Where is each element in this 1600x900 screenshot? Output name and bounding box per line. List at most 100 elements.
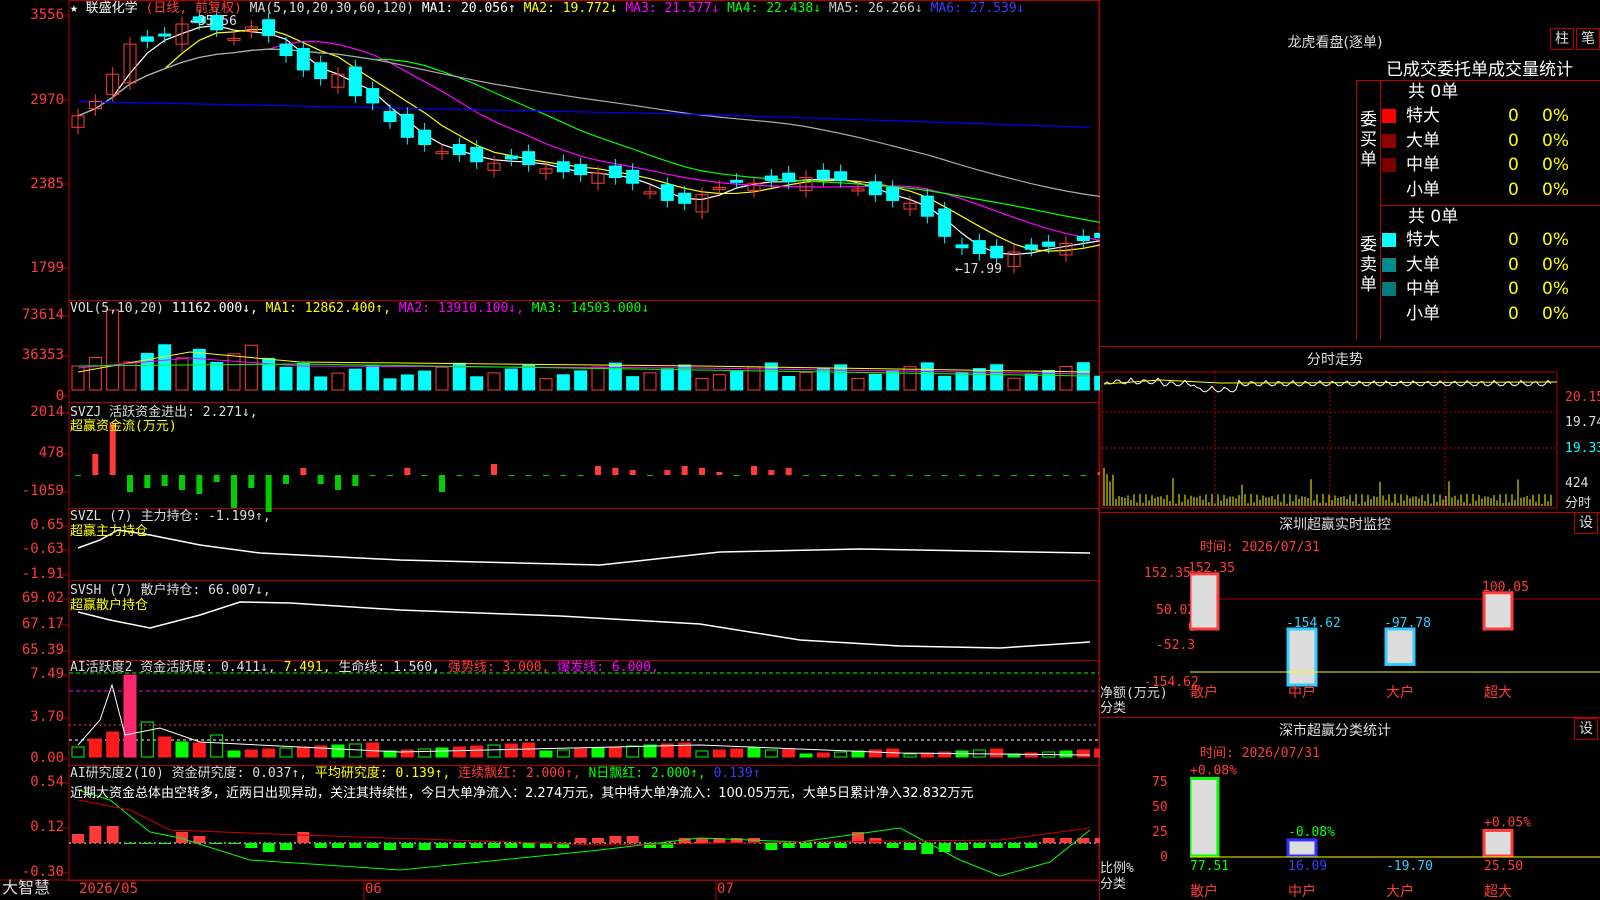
sell-total: 共 0单 xyxy=(1408,207,1459,227)
candlestick xyxy=(314,62,328,80)
fund-flow-bar xyxy=(1063,475,1069,476)
ai-active-title: AI活跃度2 资金活跃度: 0.411↓, xyxy=(70,660,276,675)
research-bar xyxy=(869,838,882,843)
fund-flow-bar xyxy=(352,475,359,486)
fund-flow-bar xyxy=(456,475,463,476)
sell-order-count: 0 xyxy=(1508,279,1519,299)
intraday-chart[interactable] xyxy=(1100,370,1560,510)
research-bar xyxy=(956,843,968,850)
ma6-value: MA6: 27.539↓ xyxy=(930,1,1025,16)
fund-flow-bar xyxy=(993,475,1000,476)
fund-flow-bar xyxy=(161,475,168,486)
research-bar xyxy=(834,843,847,848)
divider xyxy=(1100,717,1600,718)
ma1-value: MA1: 20.056↑ xyxy=(421,1,516,16)
volume-bar xyxy=(192,348,206,391)
volume-bar xyxy=(400,374,414,391)
research-bar xyxy=(817,843,830,848)
volume-bar xyxy=(990,364,1004,391)
fund-flow-bar xyxy=(785,468,792,475)
activity-bar xyxy=(123,674,137,758)
candlestick xyxy=(816,169,830,180)
ai-research-axis-label: 0.12 xyxy=(30,819,64,835)
candlestick xyxy=(990,245,1004,259)
sell-order-color-swatch xyxy=(1382,233,1396,247)
volume-bar xyxy=(955,371,969,391)
price-axis-label: 2970 xyxy=(30,92,64,108)
activity-bar xyxy=(799,753,813,758)
activity-bar xyxy=(1059,750,1073,758)
buy-order-label: 大单 xyxy=(1406,130,1440,151)
sell-order-row: 大单 0 0% xyxy=(1382,253,1600,277)
svzl-axis-label: -0.63 xyxy=(21,541,64,557)
high-annotation: ←35.56 xyxy=(190,14,237,29)
activity-bar xyxy=(418,748,432,758)
activity-bar xyxy=(938,751,952,758)
sz-monitor-settings-button[interactable]: 设 xyxy=(1574,512,1598,534)
kline-chart[interactable] xyxy=(0,0,1100,900)
activity-bar xyxy=(903,753,917,758)
activity-bar xyxy=(626,745,640,758)
research-bar xyxy=(401,843,414,848)
svsh-axis-label: 67.17 xyxy=(21,616,64,632)
fund-flow-bar xyxy=(664,470,671,475)
activity-bar xyxy=(1076,749,1090,758)
ma5-value: MA5: 26.266↓ xyxy=(828,1,923,16)
fund-flow-bar xyxy=(300,468,307,475)
life-line xyxy=(77,683,1091,756)
research-bar xyxy=(1008,843,1020,848)
main-holding-line xyxy=(77,529,1091,566)
research-bar xyxy=(124,843,136,844)
candlestick xyxy=(366,88,380,104)
fund-flow-bar xyxy=(421,475,428,476)
divider xyxy=(1380,80,1381,340)
fund-flow-bar xyxy=(404,468,411,475)
buy-order-row: 小单 0 0% xyxy=(1382,178,1600,202)
intraday-axis-label: 424 xyxy=(1565,476,1589,491)
volume-bar xyxy=(643,372,657,391)
divider xyxy=(1100,512,1600,513)
ai-active-axis-label: 0.00 xyxy=(30,750,64,766)
fund-flow-bar xyxy=(699,468,705,475)
activity-bar xyxy=(71,746,85,758)
volume-bar xyxy=(574,370,588,391)
column-view-button[interactable]: 柱 xyxy=(1550,28,1574,50)
ai-active-header: AI活跃度2 资金活跃度: 0.411↓, 7.491, 生命线: 1.560,… xyxy=(70,660,659,675)
candlestick xyxy=(140,36,154,42)
research-bar xyxy=(314,843,327,848)
brand-logo: 大智慧 xyxy=(2,878,51,897)
research-bar xyxy=(973,843,986,848)
sz-class-settings-button[interactable]: 设 xyxy=(1574,718,1598,740)
svzl-title: SVZL (7) 主力持仓: -1.199↑, xyxy=(70,509,271,524)
svzl-subtitle: 超赢主力持仓 xyxy=(70,524,149,539)
ratio-change-label: +0.05% xyxy=(1484,816,1531,831)
ai-active-burst: 爆发线: 6.000, xyxy=(557,660,659,675)
fund-flow-bar xyxy=(976,475,983,476)
candlestick xyxy=(608,165,622,178)
research-bar xyxy=(522,843,535,848)
volume-bar xyxy=(279,366,293,391)
volume-bar xyxy=(210,361,224,391)
volume-bar xyxy=(487,372,501,391)
tick-view-button[interactable]: 笔 xyxy=(1576,28,1600,50)
activity-bar xyxy=(244,749,258,758)
fund-flow-bar xyxy=(127,475,133,492)
research-bar xyxy=(1025,843,1038,848)
pane-frame xyxy=(68,765,1100,881)
svzj-axis-label: -1059 xyxy=(21,483,64,499)
favorite-star-icon[interactable]: ★ xyxy=(70,1,78,16)
fund-flow-bar xyxy=(179,475,185,490)
right-panel: 龙虎看盘(逐单) 柱 笔 已成交委托单成交量统计 委买单 委卖单 共 0单 特大… xyxy=(1100,0,1600,900)
svzj-title: SVZJ 活跃资金进出: 2.271↓, xyxy=(70,405,258,420)
category-label: 大户 xyxy=(1386,883,1414,900)
activity-bar xyxy=(452,746,466,758)
fund-flow-bar xyxy=(75,475,81,476)
fund-flow-bar xyxy=(855,475,861,476)
research-bar xyxy=(626,836,639,843)
candlestick xyxy=(678,192,692,204)
research-avg-line xyxy=(77,789,1091,877)
volume-bar xyxy=(314,376,328,391)
category-label: 大户 xyxy=(1386,684,1414,701)
sell-order-pct: 0% xyxy=(1542,230,1569,250)
sz-class-axis-label: 25 xyxy=(1152,825,1168,840)
